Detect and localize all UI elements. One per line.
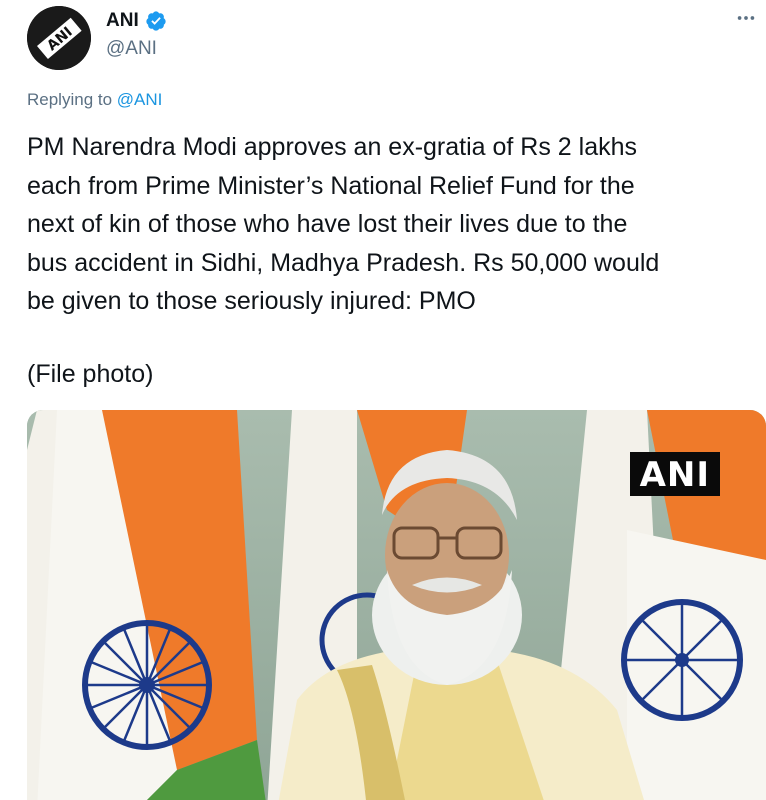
reply-mention-link[interactable]: @ANI (117, 90, 163, 109)
ani-logo-icon: ANI (27, 6, 91, 70)
tweet: ANI ANI @ANI Replying to @ANI PM Narendr… (0, 0, 766, 800)
replying-to: Replying to @ANI (27, 90, 162, 110)
account-name-label[interactable]: ANI (106, 10, 139, 32)
verified-badge-icon (146, 11, 166, 31)
tweet-text: PM Narendra Modi approves an ex-gratia o… (27, 133, 660, 315)
media-watermark: ANI (629, 452, 720, 496)
avatar[interactable]: ANI (27, 6, 91, 70)
account-handle[interactable]: @ANI (106, 38, 157, 60)
flag-left (27, 410, 266, 800)
more-options-button[interactable] (732, 4, 760, 32)
more-dots-icon (737, 16, 755, 20)
account-name[interactable]: ANI (106, 10, 167, 32)
replying-prefix: Replying to (27, 90, 117, 109)
tweet-caption: (File photo) (27, 360, 154, 388)
tweet-media-photo[interactable]: ANI (27, 410, 766, 800)
